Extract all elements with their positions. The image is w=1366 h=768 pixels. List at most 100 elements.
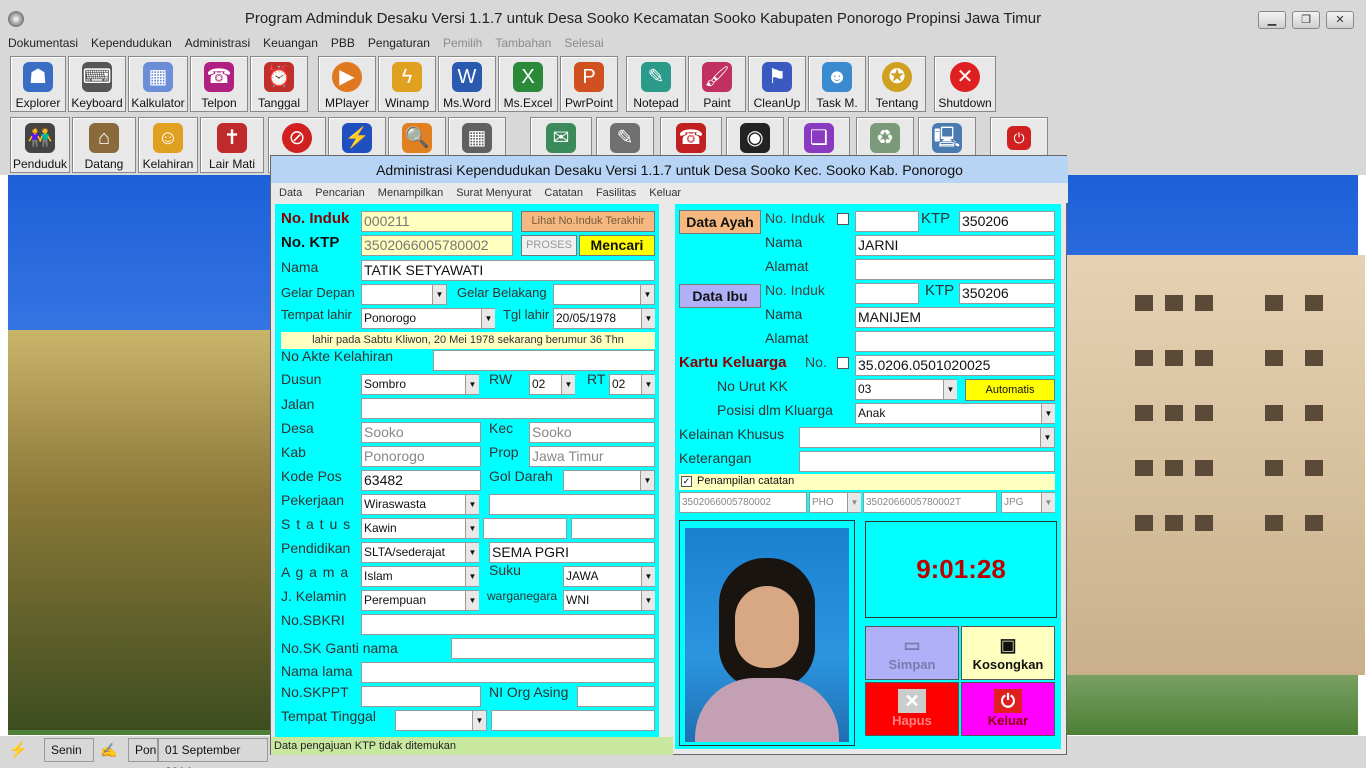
keyboard-button[interactable]: ⌨ Keyboard xyxy=(68,56,126,112)
gelar-depan-select[interactable]: ▼ xyxy=(361,284,447,305)
dialog-menu-pencarian[interactable]: Pencarian xyxy=(307,185,370,199)
proses-button[interactable]: PROSES xyxy=(521,235,577,256)
tentang-button[interactable]: ✪ Tentang xyxy=(868,56,926,112)
powerpoint-button[interactable]: P PwrPoint xyxy=(560,56,618,112)
ayah-ktp-field[interactable]: 350206 xyxy=(959,211,1055,232)
kk-no-field[interactable]: 35.0206.0501020025 xyxy=(855,355,1055,376)
skppt-field[interactable] xyxy=(361,686,481,707)
kelainan-khusus-select[interactable]: ▼ xyxy=(799,427,1055,448)
explorer-button[interactable]: ☗ Explorer xyxy=(10,56,66,112)
simpan-button[interactable]: ▭ Simpan xyxy=(865,626,959,680)
data-ayah-button[interactable]: Data Ayah xyxy=(679,210,761,234)
nama-field[interactable]: TATIK SETYAWATI xyxy=(361,260,655,281)
status-select[interactable]: Kawin xyxy=(361,518,479,539)
jalan-field[interactable] xyxy=(361,398,655,419)
ayah-no-induk-checkbox[interactable] xyxy=(837,213,849,225)
data-ibu-button[interactable]: Data Ibu xyxy=(679,284,761,308)
kelahiran-button[interactable]: ☺ Kelahiran xyxy=(138,117,198,173)
pekerjaan-detail-field[interactable] xyxy=(489,494,655,515)
kab-field[interactable]: Ponorogo xyxy=(361,446,481,467)
ibu-ktp-field[interactable]: 350206 xyxy=(959,283,1055,304)
file-name-2[interactable]: 3502066005780002T xyxy=(863,492,997,513)
sk-ganti-nama-field[interactable] xyxy=(451,638,655,659)
agama-select[interactable]: Islam xyxy=(361,566,479,587)
menu-pemilih[interactable]: Pemilih xyxy=(435,33,487,50)
dialog-menu-menampilkan[interactable]: Menampilkan xyxy=(370,185,448,199)
dialog-menu-data[interactable]: Data xyxy=(271,185,307,199)
telpon-button[interactable]: ☎ Telpon xyxy=(190,56,248,112)
lair-mati-button[interactable]: ✝ Lair Mati xyxy=(200,117,264,173)
paint-button[interactable]: 🖌 Paint xyxy=(688,56,746,112)
kode-pos-field[interactable]: 63482 xyxy=(361,470,481,491)
dialog-menu-catatan[interactable]: Catatan xyxy=(536,185,588,199)
task-manager-button[interactable]: ☻ Task M. xyxy=(808,56,866,112)
kalkulator-button[interactable]: ▦ Kalkulator xyxy=(128,56,188,112)
winamp-button[interactable]: ϟ Winamp xyxy=(378,56,436,112)
status-detail-1[interactable] xyxy=(483,518,567,539)
menu-pbb[interactable]: PBB xyxy=(323,33,360,50)
desa-field[interactable]: Sooko xyxy=(361,422,481,443)
gol-darah-select[interactable]: ▼ xyxy=(563,470,655,491)
posisi-select[interactable]: Anak xyxy=(855,403,1055,424)
msword-button[interactable]: W Ms.Word xyxy=(438,56,496,112)
ni-org-asing-field[interactable] xyxy=(577,686,655,707)
kec-field[interactable]: Sooko xyxy=(529,422,655,443)
datang-button[interactable]: ⌂ Datang xyxy=(72,117,136,173)
keluar-button[interactable]: ⏻ Keluar xyxy=(961,682,1055,736)
close-button[interactable]: ✕ xyxy=(1326,11,1354,29)
ibu-alamat-field[interactable] xyxy=(855,331,1055,352)
dialog-menu-surat[interactable]: Surat Menyurat xyxy=(448,185,536,199)
penampilan-catatan-checkbox[interactable]: ✓ xyxy=(681,476,692,487)
sekolah-field[interactable]: SEMA PGRI xyxy=(489,542,655,563)
status-detail-2[interactable] xyxy=(571,518,655,539)
tempat-tinggal-detail[interactable] xyxy=(491,710,655,731)
notepad-button[interactable]: ✎ Notepad xyxy=(626,56,686,112)
no-urut-kk-select[interactable]: 03 xyxy=(855,379,957,400)
keterangan-field[interactable] xyxy=(799,451,1055,472)
penduduk-button[interactable]: 👫 Penduduk xyxy=(10,117,70,173)
ayah-alamat-field[interactable] xyxy=(855,259,1055,280)
menu-tambahan[interactable]: Tambahan xyxy=(487,33,556,50)
pendidikan-select[interactable]: SLTA/sederajat xyxy=(361,542,479,563)
tanggal-button[interactable]: ⏰ Tanggal xyxy=(250,56,308,112)
minimize-button[interactable]: ▁ xyxy=(1258,11,1286,29)
kelamin-select[interactable]: Perempuan xyxy=(361,590,479,611)
menu-dokumentasi[interactable]: Dokumentasi xyxy=(0,33,83,50)
nama-lama-field[interactable] xyxy=(361,662,655,683)
no-ktp-field[interactable]: 3502066005780002 xyxy=(361,235,513,256)
ayah-nama-field[interactable]: JARNI xyxy=(855,235,1055,256)
akte-field[interactable] xyxy=(433,350,655,371)
pekerjaan-select[interactable]: Wiraswasta xyxy=(361,494,479,515)
menu-administrasi[interactable]: Administrasi xyxy=(177,33,255,50)
automatis-button[interactable]: Automatis xyxy=(965,379,1055,401)
tempat-lahir-select[interactable]: Ponorogo xyxy=(361,308,495,329)
kk-no-checkbox[interactable] xyxy=(837,357,849,369)
cleanup-button[interactable]: ⚑ CleanUp xyxy=(748,56,806,112)
dusun-select[interactable]: Sombro xyxy=(361,374,479,395)
menu-kependudukan[interactable]: Kependudukan xyxy=(83,33,177,50)
menu-keuangan[interactable]: Keuangan xyxy=(255,33,323,50)
ibu-no-induk-field[interactable] xyxy=(855,283,919,304)
ibu-nama-field[interactable]: MANIJEM xyxy=(855,307,1055,328)
tempat-lahir-label: Tempat lahir xyxy=(281,307,352,322)
ayah-no-induk-field[interactable] xyxy=(855,211,919,232)
tempat-tinggal-select[interactable]: ▼ xyxy=(395,710,487,731)
prop-field[interactable]: Jawa Timur xyxy=(529,446,655,467)
sbkri-field[interactable] xyxy=(361,614,655,635)
dialog-menu-keluar[interactable]: Keluar xyxy=(641,185,686,199)
kosongkan-button[interactable]: ▣ Kosongkan xyxy=(961,626,1055,680)
menu-pengaturan[interactable]: Pengaturan xyxy=(360,33,435,50)
msexcel-button[interactable]: X Ms.Excel xyxy=(498,56,558,112)
no-induk-field[interactable]: 000211 xyxy=(361,211,513,232)
maximize-button[interactable]: ❐ xyxy=(1292,11,1320,29)
lihat-no-induk-button[interactable]: Lihat No.Induk Terakhir xyxy=(521,211,655,232)
mplayer-button[interactable]: ▶ MPlayer xyxy=(318,56,376,112)
mencari-button[interactable]: Mencari xyxy=(579,235,655,256)
gelar-belakang-select[interactable]: ▼ xyxy=(553,284,655,305)
dialog-menu-fasilitas[interactable]: Fasilitas xyxy=(588,185,641,199)
tgl-lahir-field[interactable]: 20/05/1978 xyxy=(553,308,655,329)
file-name-1[interactable]: 3502066005780002 xyxy=(679,492,807,513)
shutdown-button[interactable]: ✕ Shutdown xyxy=(934,56,996,112)
hapus-button[interactable]: ✕ Hapus xyxy=(865,682,959,736)
menu-selesai[interactable]: Selesai xyxy=(556,33,608,50)
